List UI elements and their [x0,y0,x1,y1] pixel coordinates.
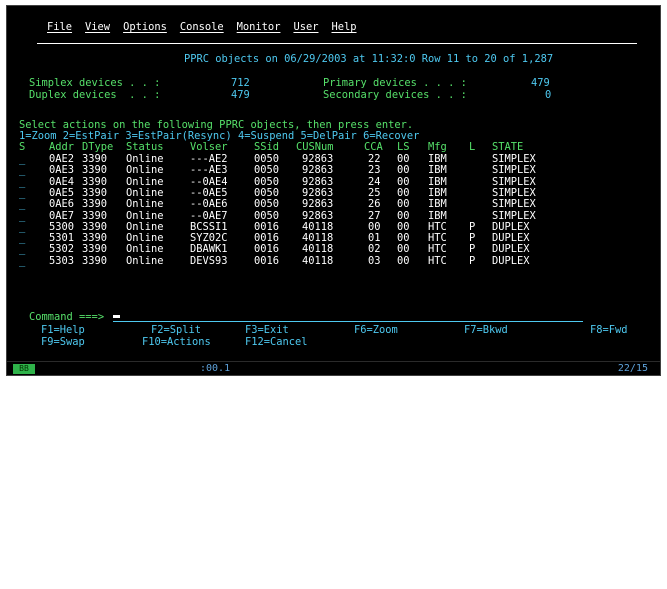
col-header-volser: Volser [190,141,228,153]
duplex-label: Duplex devices . . : [29,89,161,101]
menu-console[interactable]: Console [180,21,224,36]
cell-ssid: 0016 [254,243,280,256]
col-header-ls: LS [397,141,410,153]
cell-cusnum: 92863 [302,164,334,177]
menu-monitor[interactable]: Monitor [237,21,281,36]
duplex-value: 479 [231,89,250,101]
col-header-dtype: DType [82,141,114,153]
status-cursor-position: 22/15 [617,363,648,374]
simplex-value: 712 [231,77,250,89]
cell-ssid: 0050 [254,198,280,211]
col-header-addr: Addr [49,141,75,153]
cell-l: P [469,254,476,267]
cell-ssid: 0050 [254,164,280,177]
fkey-f1-help[interactable]: F1=Help [41,324,85,336]
cell-volser: DEVS93 [190,254,228,267]
table-row: _ 5303 3390 Online DEVS93 0016 40118 03 00 HTC P DU… [17,254,647,268]
page-title: PPRC objects on 06/29/2003 at 11:32:0 Ro… [184,53,554,65]
menu-view[interactable]: View [85,21,110,36]
cell-dtype: 3390 [82,198,108,211]
cell-addr: 0AE3 [49,164,75,177]
cell-dtype: 3390 [82,164,108,177]
status-bar: BB :00.1 22/15 [7,361,660,375]
cell-ls: 00 [397,243,410,256]
cell-cca: 03 [368,254,381,267]
cell-cca: 02 [368,243,381,256]
fkey-f12-cancel[interactable]: F12=Cancel [245,336,308,348]
fkey-f8-fwd[interactable]: F8=Fwd [590,324,628,336]
cell-cca: 26 [368,198,381,211]
fkey-f9-swap[interactable]: F9=Swap [41,336,85,348]
terminal-window: File View Options Console Monitor User H… [6,5,661,376]
primary-label: Primary devices . . . : [323,77,467,89]
col-header-cusnum: CUSNum [296,141,334,153]
col-header-status: Status [126,141,164,153]
col-header-state: STATE [492,141,524,153]
cell-status: Online [126,164,164,177]
simplex-label: Simplex devices . . : [29,77,161,89]
cell-addr: 5303 [49,254,75,267]
cell-status: Online [126,243,164,256]
cell-state: DUPLEX [492,243,530,256]
status-indicator: BB [13,364,35,374]
command-label: Command ===> [29,311,105,323]
cell-mfg: IBM [428,164,447,177]
menu-separator [37,43,637,44]
cell-cusnum: 40118 [302,243,334,256]
menu-user[interactable]: User [293,21,318,36]
fkey-f7-bkwd[interactable]: F7=Bkwd [464,324,508,336]
cell-l: P [469,243,476,256]
cell-sel-field[interactable]: _ [19,255,25,267]
cell-volser: ---AE3 [190,164,228,177]
menu-bar: File View Options Console Monitor User H… [47,21,357,36]
primary-value: 479 [531,77,550,89]
secondary-value: 0 [545,89,552,101]
cell-state: DUPLEX [492,254,530,267]
cell-dtype: 3390 [82,254,108,267]
col-header-s: S [19,141,26,153]
secondary-label: Secondary devices . . : [323,89,467,101]
fkey-f10-actions[interactable]: F10=Actions [142,336,211,348]
status-time: :00.1 [200,363,231,374]
fkey-f3-exit[interactable]: F3=Exit [245,324,289,336]
cell-addr: 5302 [49,243,75,256]
cell-cusnum: 40118 [302,254,334,267]
cell-mfg: HTC [428,254,447,267]
cell-status: Online [126,254,164,267]
cell-ssid: 0016 [254,254,280,267]
cell-ls: 00 [397,164,410,177]
cell-volser: DBAWK1 [190,243,228,256]
menu-help[interactable]: Help [331,21,356,36]
col-header-cca: CCA [364,141,383,153]
fkey-f6-zoom[interactable]: F6=Zoom [354,324,398,336]
cell-ls: 00 [397,254,410,267]
cell-ls: 00 [397,198,410,211]
cell-status: Online [126,198,164,211]
cell-volser: --0AE6 [190,198,228,211]
col-header-mfg: Mfg [428,141,447,153]
cell-state: SIMPLEX [492,198,536,211]
command-input-underline[interactable] [113,321,583,322]
cell-mfg: HTC [428,243,447,256]
fkey-f2-split[interactable]: F2=Split [151,324,201,336]
cell-dtype: 3390 [82,243,108,256]
cell-sel-field[interactable]: _ [19,244,25,255]
cell-cca: 23 [368,164,381,177]
menu-file[interactable]: File [47,21,72,36]
cell-sel-field[interactable]: _ [19,165,25,176]
command-cursor [113,315,120,318]
cell-mfg: IBM [428,198,447,211]
cell-sel-field[interactable]: _ [19,198,25,210]
cell-state: SIMPLEX [492,164,536,177]
cell-cusnum: 92863 [302,198,334,211]
cell-addr: 0AE6 [49,198,75,211]
col-header-ssid: SSid [254,141,280,153]
col-header-l: L [469,141,476,153]
menu-options[interactable]: Options [123,21,167,36]
